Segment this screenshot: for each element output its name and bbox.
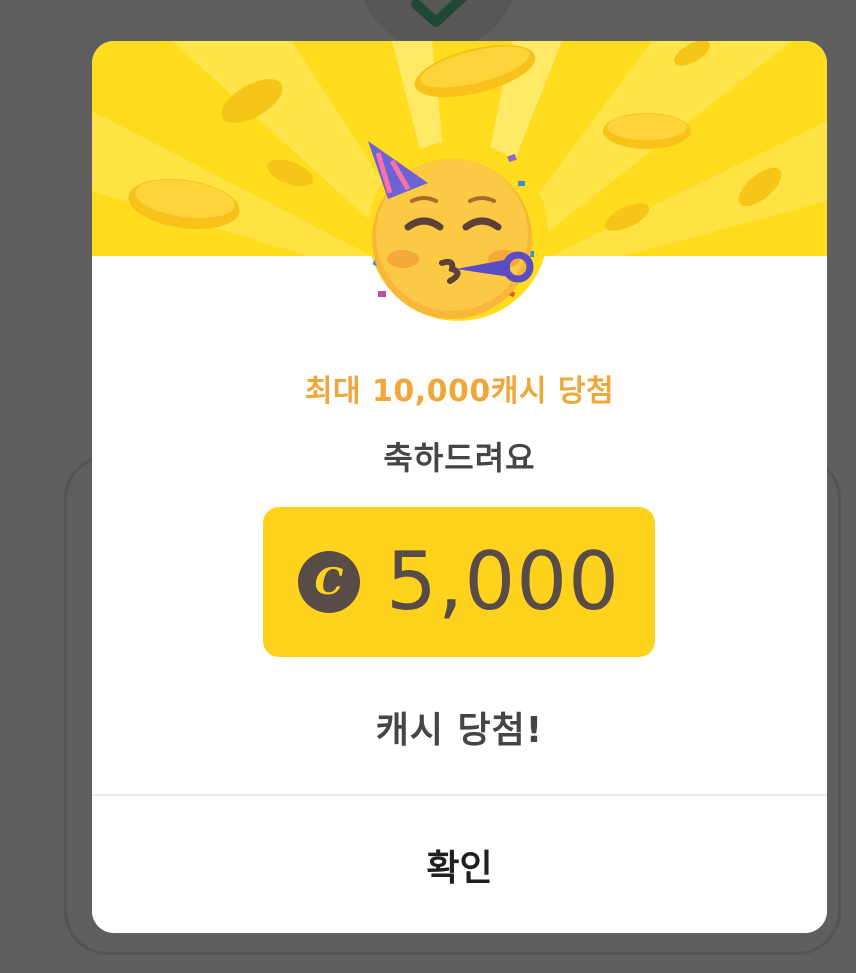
reward-amount-box: C 5,000 xyxy=(263,507,655,657)
party-face-icon xyxy=(368,141,534,319)
reward-result-text: 캐시 당첨! xyxy=(375,710,544,751)
congrats-headline: 축하드려요 xyxy=(383,439,536,477)
reward-dialog: 최대 10,000캐시 당첨 축하드려요 C 5,000 캐시 당첨! 확인 xyxy=(92,41,827,933)
max-reward-subtitle: 최대 10,000캐시 당첨 xyxy=(304,374,615,409)
check-icon xyxy=(411,0,467,27)
party-face-badge xyxy=(368,141,548,321)
cash-coin-icon: C xyxy=(297,551,360,613)
reward-amount-value: 5,000 xyxy=(385,535,621,628)
confirm-button[interactable]: 확인 xyxy=(92,796,827,933)
